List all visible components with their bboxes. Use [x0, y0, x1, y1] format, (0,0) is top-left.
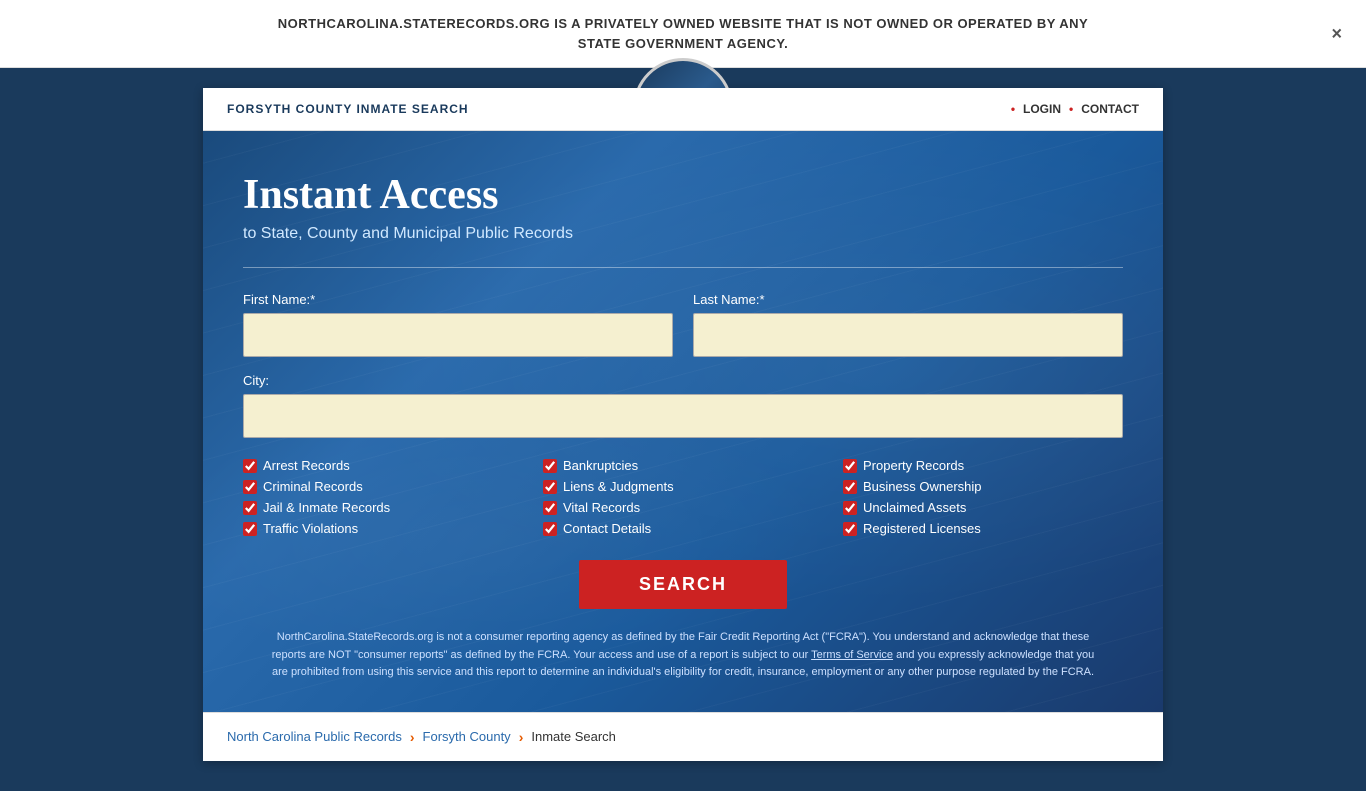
checkbox-jail-inmate-input[interactable] [243, 501, 257, 515]
breadcrumb: North Carolina Public Records › Forsyth … [227, 729, 1139, 745]
main-wrapper: STATE RECORDS 🔍 👥 NORTH CAROLINA FORSYTH… [0, 68, 1366, 791]
breadcrumb-current: Inmate Search [531, 729, 616, 744]
header-nav: • LOGIN • CONTACT [1011, 102, 1139, 116]
checkbox-vital-records-label: Vital Records [563, 500, 640, 515]
checkbox-unclaimed-assets-label: Unclaimed Assets [863, 500, 966, 515]
checkbox-contact-details: Contact Details [543, 521, 823, 536]
checkbox-jail-inmate: Jail & Inmate Records [243, 500, 523, 515]
checkbox-liens-judgments: Liens & Judgments [543, 479, 823, 494]
checkbox-arrest-records-input[interactable] [243, 459, 257, 473]
checkbox-liens-judgments-input[interactable] [543, 480, 557, 494]
checkbox-bankruptcies-label: Bankruptcies [563, 458, 638, 473]
search-button-container: SEARCH [243, 560, 1123, 609]
checkbox-vital-records: Vital Records [543, 500, 823, 515]
city-label: City: [243, 373, 1123, 388]
disclaimer-text: NorthCarolina.StateRecords.org is not a … [243, 629, 1123, 682]
card-header: FORSYTH COUNTY INMATE SEARCH • LOGIN • C… [203, 88, 1163, 131]
checkbox-unclaimed-assets-input[interactable] [843, 501, 857, 515]
checkbox-bankruptcies: Bankruptcies [543, 458, 823, 473]
checkbox-arrest-records-label: Arrest Records [263, 458, 350, 473]
checkbox-registered-licenses-input[interactable] [843, 522, 857, 536]
checkbox-arrest-records: Arrest Records [243, 458, 523, 473]
breadcrumb-separator-1: › [410, 729, 415, 745]
city-input[interactable] [243, 394, 1123, 438]
checkbox-bankruptcies-input[interactable] [543, 459, 557, 473]
hero-title: Instant Access [243, 171, 1123, 219]
banner-text: NORTHCAROLINA.STATERECORDS.ORG IS A PRIV… [60, 14, 1306, 53]
checkbox-jail-inmate-label: Jail & Inmate Records [263, 500, 390, 515]
hero-content: Instant Access to State, County and Muni… [243, 171, 1123, 682]
header-title: FORSYTH COUNTY INMATE SEARCH [227, 102, 469, 116]
last-name-group: Last Name:* [693, 292, 1123, 357]
first-name-group: First Name:* [243, 292, 673, 357]
checkbox-business-ownership-label: Business Ownership [863, 479, 982, 494]
hero-section: Instant Access to State, County and Muni… [203, 131, 1163, 712]
terms-of-service-link[interactable]: Terms of Service [811, 649, 893, 661]
checkbox-registered-licenses-label: Registered Licenses [863, 521, 981, 536]
first-name-label: First Name:* [243, 292, 673, 307]
checkbox-liens-judgments-label: Liens & Judgments [563, 479, 674, 494]
checkbox-contact-details-input[interactable] [543, 522, 557, 536]
city-group: City: [243, 373, 1123, 438]
breadcrumb-separator-2: › [519, 729, 524, 745]
form-row-1: First Name:* Last Name:* [243, 292, 1123, 357]
checkbox-contact-details-label: Contact Details [563, 521, 651, 536]
checkbox-criminal-records-label: Criminal Records [263, 479, 363, 494]
main-card: STATE RECORDS 🔍 👥 NORTH CAROLINA FORSYTH… [203, 88, 1163, 761]
breadcrumb-link-nc[interactable]: North Carolina Public Records [227, 729, 402, 744]
card-footer: North Carolina Public Records › Forsyth … [203, 712, 1163, 761]
first-name-input[interactable] [243, 313, 673, 357]
checkbox-property-records-input[interactable] [843, 459, 857, 473]
checkboxes-section: Arrest Records Bankruptcies Property Rec… [243, 458, 1123, 536]
search-button[interactable]: SEARCH [579, 560, 787, 609]
last-name-label: Last Name:* [693, 292, 1123, 307]
hero-subtitle: to State, County and Municipal Public Re… [243, 225, 1123, 243]
checkbox-criminal-records: Criminal Records [243, 479, 523, 494]
login-dot: • [1011, 102, 1015, 116]
checkbox-business-ownership-input[interactable] [843, 480, 857, 494]
checkbox-vital-records-input[interactable] [543, 501, 557, 515]
checkbox-traffic-violations-label: Traffic Violations [263, 521, 358, 536]
contact-dot: • [1069, 102, 1073, 116]
checkbox-property-records-label: Property Records [863, 458, 964, 473]
divider [243, 267, 1123, 268]
login-link[interactable]: LOGIN [1023, 102, 1061, 116]
close-banner-button[interactable]: × [1331, 23, 1342, 44]
breadcrumb-link-forsyth[interactable]: Forsyth County [423, 729, 511, 744]
checkbox-property-records: Property Records [843, 458, 1123, 473]
checkbox-unclaimed-assets: Unclaimed Assets [843, 500, 1123, 515]
form-row-2: City: [243, 373, 1123, 438]
last-name-input[interactable] [693, 313, 1123, 357]
checkbox-business-ownership: Business Ownership [843, 479, 1123, 494]
checkbox-criminal-records-input[interactable] [243, 480, 257, 494]
checkbox-traffic-violations: Traffic Violations [243, 521, 523, 536]
checkbox-traffic-violations-input[interactable] [243, 522, 257, 536]
contact-link[interactable]: CONTACT [1081, 102, 1139, 116]
checkbox-registered-licenses: Registered Licenses [843, 521, 1123, 536]
